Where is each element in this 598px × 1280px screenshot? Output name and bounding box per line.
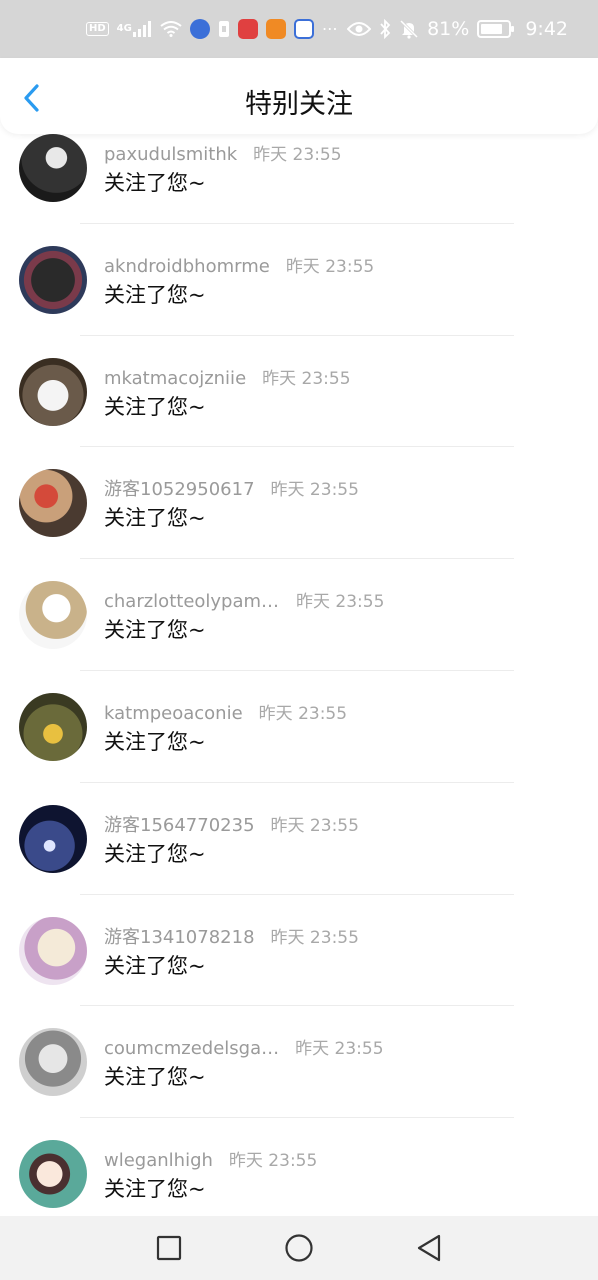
list-item[interactable]: 游客1341078218 昨天 23:55 关注了您~	[0, 895, 598, 1007]
avatar[interactable]	[19, 134, 87, 202]
huawei-app-icon	[237, 19, 258, 39]
home-icon	[285, 1234, 313, 1262]
eye-icon	[347, 21, 372, 37]
username[interactable]: paxudulsmithk	[104, 144, 237, 165]
video-app-icon	[265, 19, 286, 39]
list-item[interactable]: mkatmacojzniie 昨天 23:55 关注了您~	[0, 336, 598, 448]
avatar[interactable]	[19, 1140, 87, 1209]
avatar[interactable]	[19, 357, 87, 426]
message-text: 关注了您~	[104, 618, 206, 643]
message-text: 关注了您~	[104, 394, 206, 419]
username[interactable]: 游客1052950617	[104, 475, 255, 501]
baidu-app-icon	[293, 19, 314, 39]
username[interactable]: katmpeoaconie	[104, 703, 243, 724]
list-item[interactable]: 游客1564770235 昨天 23:55 关注了您~	[0, 783, 598, 895]
list-item[interactable]: wleganlhigh 昨天 23:55 关注了您~	[0, 1118, 598, 1216]
timestamp: 昨天 23:55	[270, 927, 359, 948]
battery-icon	[477, 20, 515, 38]
username[interactable]: charzlotteolypampia	[104, 591, 280, 612]
timestamp: 昨天 23:55	[296, 592, 385, 613]
message-text: 关注了您~	[104, 953, 206, 978]
status-bar-left: HD 4G ⋯	[86, 19, 338, 39]
timestamp: 昨天 23:55	[258, 703, 348, 724]
avatar[interactable]	[19, 916, 87, 985]
bluetooth-icon	[379, 19, 391, 39]
page-title: 特别关注	[245, 89, 353, 120]
home-button[interactable]	[284, 1233, 314, 1263]
avatar[interactable]	[19, 469, 87, 538]
message-text: 关注了您~	[104, 1065, 206, 1090]
avatar[interactable]	[19, 692, 87, 761]
nav-back-button[interactable]	[414, 1233, 444, 1263]
list-item[interactable]: 游客1052950617 昨天 23:55 关注了您~	[0, 447, 598, 560]
username[interactable]: 游客1564770235	[104, 811, 255, 837]
username[interactable]: akndroidbhomrme	[104, 256, 270, 277]
list-item[interactable]: coumcmzedelsga… 昨天 23:55 关注了您~	[0, 1006, 598, 1119]
header: 特别关注	[0, 58, 598, 134]
username[interactable]: wleganlhigh	[104, 1150, 213, 1171]
avatar[interactable]	[19, 581, 87, 650]
avatar[interactable]	[19, 245, 87, 314]
timestamp: 昨天 23:55	[270, 815, 359, 836]
status-bar: HD 4G ⋯ 81% 9:42	[0, 0, 598, 58]
list-item[interactable]: katmpeoaconie 昨天 23:55 关注了您~	[0, 671, 598, 783]
notification-list[interactable]: paxudulsmithk 昨天 23:55 关注了您~ akndroidbhom…	[0, 134, 598, 1216]
message-text: 关注了您~	[104, 282, 206, 307]
more-icon: ⋯	[321, 19, 338, 38]
clock: 9:42	[525, 18, 568, 40]
timestamp: 昨天 23:55	[295, 1039, 384, 1060]
system-nav-bar	[0, 1216, 598, 1280]
list-item[interactable]: charzlotteolypampia 昨天 23:55 关注了您~	[0, 559, 598, 671]
back-icon	[417, 1234, 441, 1262]
recent-apps-button[interactable]	[154, 1233, 184, 1263]
message-text: 关注了您~	[104, 841, 206, 866]
list-item[interactable]: paxudulsmithk 昨天 23:55 关注了您~	[0, 134, 598, 224]
recent-apps-icon	[156, 1235, 182, 1261]
username[interactable]: coumcmzedelsga…	[104, 1038, 279, 1059]
mute-icon	[399, 19, 419, 39]
hd-icon: HD	[86, 22, 109, 36]
username[interactable]: 游客1341078218	[104, 923, 255, 949]
wifi-icon	[160, 21, 182, 37]
timestamp: 昨天 23:55	[253, 145, 342, 165]
music-app-icon	[189, 19, 210, 39]
username[interactable]: mkatmacojzniie	[104, 368, 246, 389]
timestamp: 昨天 23:55	[262, 368, 351, 389]
message-text: 关注了您~	[104, 171, 206, 195]
timestamp: 昨天 23:55	[228, 1151, 318, 1172]
timestamp: 昨天 23:55	[285, 256, 375, 277]
timestamp: 昨天 23:55	[270, 480, 359, 501]
message-text: 关注了您~	[104, 729, 206, 754]
message-text: 关注了您~	[104, 1177, 206, 1202]
message-text: 关注了您~	[104, 506, 206, 531]
status-bar-right: 81% 9:42	[347, 18, 568, 40]
signal-icon: 4G	[117, 21, 152, 37]
list-item[interactable]: akndroidbhomrme 昨天 23:55 关注了您~	[0, 224, 598, 336]
avatar[interactable]	[19, 1028, 87, 1097]
avatar[interactable]	[19, 804, 87, 873]
battery-percent: 81%	[427, 18, 470, 40]
sim-icon	[218, 20, 230, 38]
